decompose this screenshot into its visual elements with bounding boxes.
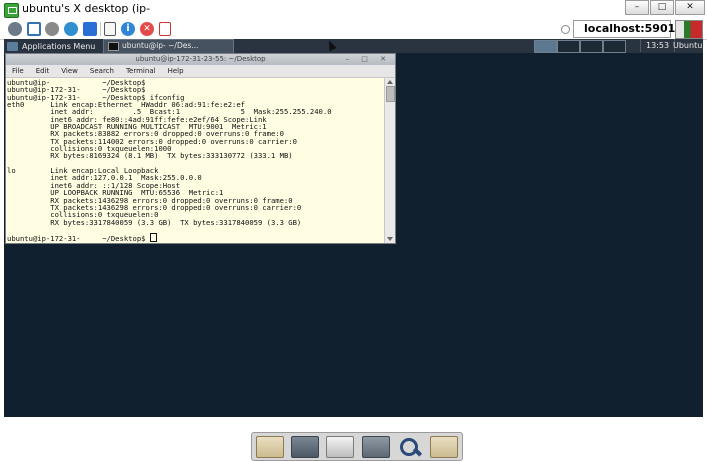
terminal-task-icon <box>108 41 119 51</box>
workspace-2[interactable] <box>557 40 580 53</box>
terminal-menubar: File Edit View Search Terminal Help <box>6 65 395 78</box>
terminal-window-controls[interactable]: – □ ✕ <box>346 54 391 65</box>
connection-options-icon[interactable] <box>8 22 22 36</box>
maximize-button[interactable]: □ <box>650 0 674 15</box>
panel-user-menu[interactable]: Ubuntu <box>673 39 702 52</box>
taskbar-terminal-button[interactable]: ubuntu@ip- ~/Des... <box>103 39 234 54</box>
drive-icon[interactable] <box>361 435 390 458</box>
search-icon[interactable] <box>396 436 423 457</box>
toolbar-divider <box>100 22 101 36</box>
scroll-up-arrow-icon[interactable] <box>387 80 393 84</box>
minimize-button[interactable]: – <box>625 0 649 15</box>
applications-menu-label: Applications Menu <box>22 41 96 51</box>
send-ctrl-alt-del-icon[interactable] <box>83 22 97 36</box>
file-transfer-icon[interactable] <box>159 22 171 36</box>
window-controls: – □ ✕ <box>624 0 705 15</box>
menu-edit[interactable]: Edit <box>30 65 56 77</box>
terminal-line: RX bytes:3317840059 (3.3 GB) TX bytes:33… <box>7 217 302 227</box>
applications-menu-button[interactable]: Applications Menu <box>7 40 95 52</box>
refresh-icon[interactable] <box>64 22 78 36</box>
text-cursor <box>149 233 157 243</box>
home-folder-icon[interactable] <box>255 435 284 458</box>
vnc-app-icon <box>4 3 19 18</box>
scroll-down-arrow-icon[interactable] <box>387 237 393 241</box>
keyboard-layout-icon[interactable] <box>675 20 703 39</box>
terminal-line: RX bytes:8169324 (8.1 MB) TX bytes:33313… <box>7 151 293 161</box>
menu-view[interactable]: View <box>55 65 84 77</box>
terminal-icon[interactable] <box>290 435 319 458</box>
applications-menu-icon <box>7 41 18 51</box>
workspace-1[interactable] <box>534 40 557 53</box>
terminal-window[interactable]: ubuntu@ip-172-31-23-55: ~/Desktop – □ ✕ … <box>5 53 396 244</box>
settings-icon[interactable] <box>45 22 59 36</box>
terminal-title-bar[interactable]: ubuntu@ip-172-31-23-55: ~/Desktop – □ ✕ <box>6 54 395 65</box>
host-display: localhost:5901 <box>561 20 675 38</box>
viewer-window-title: ubuntu's X desktop (ip- <box>22 2 151 15</box>
remote-desktop[interactable]: Applications Menu ubuntu@ip- ~/Des... 13… <box>4 39 703 461</box>
mail-icon[interactable] <box>326 435 355 458</box>
close-button[interactable]: ✕ <box>675 0 705 15</box>
top-panel: Applications Menu ubuntu@ip- ~/Des... 13… <box>4 39 703 54</box>
viewer-title-bar: ubuntu's X desktop (ip- – □ ✕ <box>0 0 707 19</box>
panel-clock[interactable]: 13:53 <box>640 39 676 52</box>
terminal-prompt: ubuntu@ip-172-31- ~/Desktop$ <box>7 234 150 243</box>
dock <box>251 432 463 461</box>
connection-status-icon <box>561 25 570 34</box>
terminal-scrollbar[interactable] <box>384 78 395 243</box>
menu-terminal[interactable]: Terminal <box>120 65 162 77</box>
files-folder-icon[interactable] <box>430 435 459 458</box>
host-address: localhost:5901 <box>584 22 676 35</box>
clipboard-icon[interactable] <box>104 22 116 36</box>
info-icon[interactable]: i <box>121 22 135 36</box>
scrollbar-thumb[interactable] <box>386 86 395 102</box>
workspace-3[interactable] <box>580 40 603 53</box>
terminal-title: ubuntu@ip-172-31-23-55: ~/Desktop <box>135 55 266 63</box>
menu-search[interactable]: Search <box>84 65 120 77</box>
workspace-4[interactable] <box>603 40 626 53</box>
menu-file[interactable]: File <box>6 65 30 77</box>
taskbar-terminal-label: ubuntu@ip- ~/Des... <box>122 41 199 50</box>
terminal-output[interactable]: ubuntu@ip- ~/Desktop$ ubuntu@ip-172-31- … <box>6 78 384 243</box>
fullscreen-icon[interactable] <box>27 22 41 36</box>
menu-help[interactable]: Help <box>162 65 190 77</box>
disconnect-icon[interactable]: ✕ <box>140 22 154 36</box>
